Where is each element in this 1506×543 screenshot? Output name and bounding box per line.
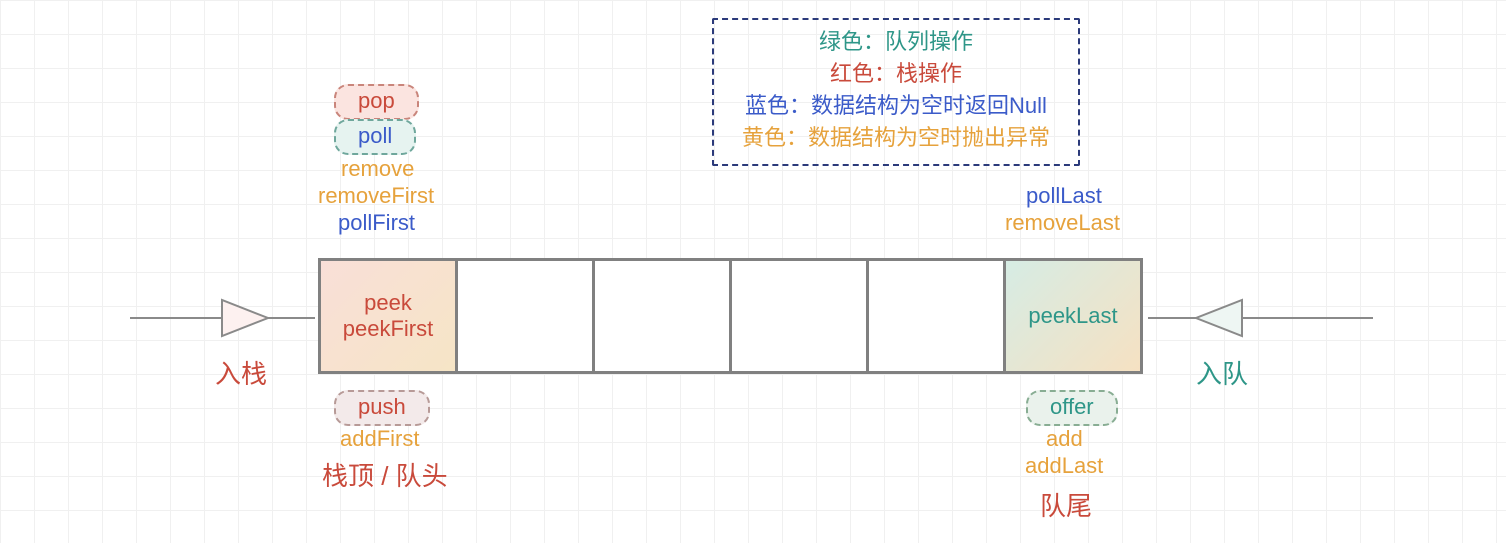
deque-cell [732, 261, 869, 371]
label-removeLast: removeLast [1005, 209, 1120, 237]
legend-green: 绿色：队列操作 [742, 26, 1050, 58]
label-tail: 队尾 [1040, 490, 1092, 523]
label-head: 栈顶 / 队头 [322, 460, 448, 493]
label-peekLast: peekLast [1028, 303, 1117, 329]
deque-container: peek peekFirst peekLast [318, 258, 1143, 374]
deque-cell-last: peekLast [1006, 261, 1140, 371]
legend-red: 红色：栈操作 [742, 58, 1050, 90]
legend-orange: 黄色：数据结构为空时抛出异常 [742, 122, 1050, 154]
pill-poll: poll [334, 119, 416, 155]
label-add: add [1046, 425, 1083, 453]
label-remove: remove [341, 155, 414, 183]
pill-offer: offer [1026, 390, 1118, 426]
legend-box: 绿色：队列操作 红色：栈操作 蓝色：数据结构为空时返回Null 黄色：数据结构为… [712, 18, 1080, 166]
label-pollLast: pollLast [1026, 182, 1102, 210]
deque-cell-first: peek peekFirst [321, 261, 458, 371]
deque-cell [595, 261, 732, 371]
legend-blue: 蓝色：数据结构为空时返回Null [742, 90, 1050, 122]
label-stack-in: 入栈 [215, 358, 267, 391]
label-peek: peek [364, 290, 412, 316]
deque-cell [869, 261, 1006, 371]
label-removeFirst: removeFirst [318, 182, 434, 210]
label-queue-in: 入队 [1196, 358, 1248, 391]
deque-cell [458, 261, 595, 371]
pill-pop: pop [334, 84, 419, 120]
pill-push: push [334, 390, 430, 426]
label-pollFirst: pollFirst [338, 209, 415, 237]
arrow-queue-in-icon [1148, 290, 1373, 346]
label-addFirst: addFirst [340, 425, 419, 453]
arrow-stack-in-icon [130, 290, 315, 346]
label-addLast: addLast [1025, 452, 1103, 480]
label-peekFirst: peekFirst [343, 316, 433, 342]
